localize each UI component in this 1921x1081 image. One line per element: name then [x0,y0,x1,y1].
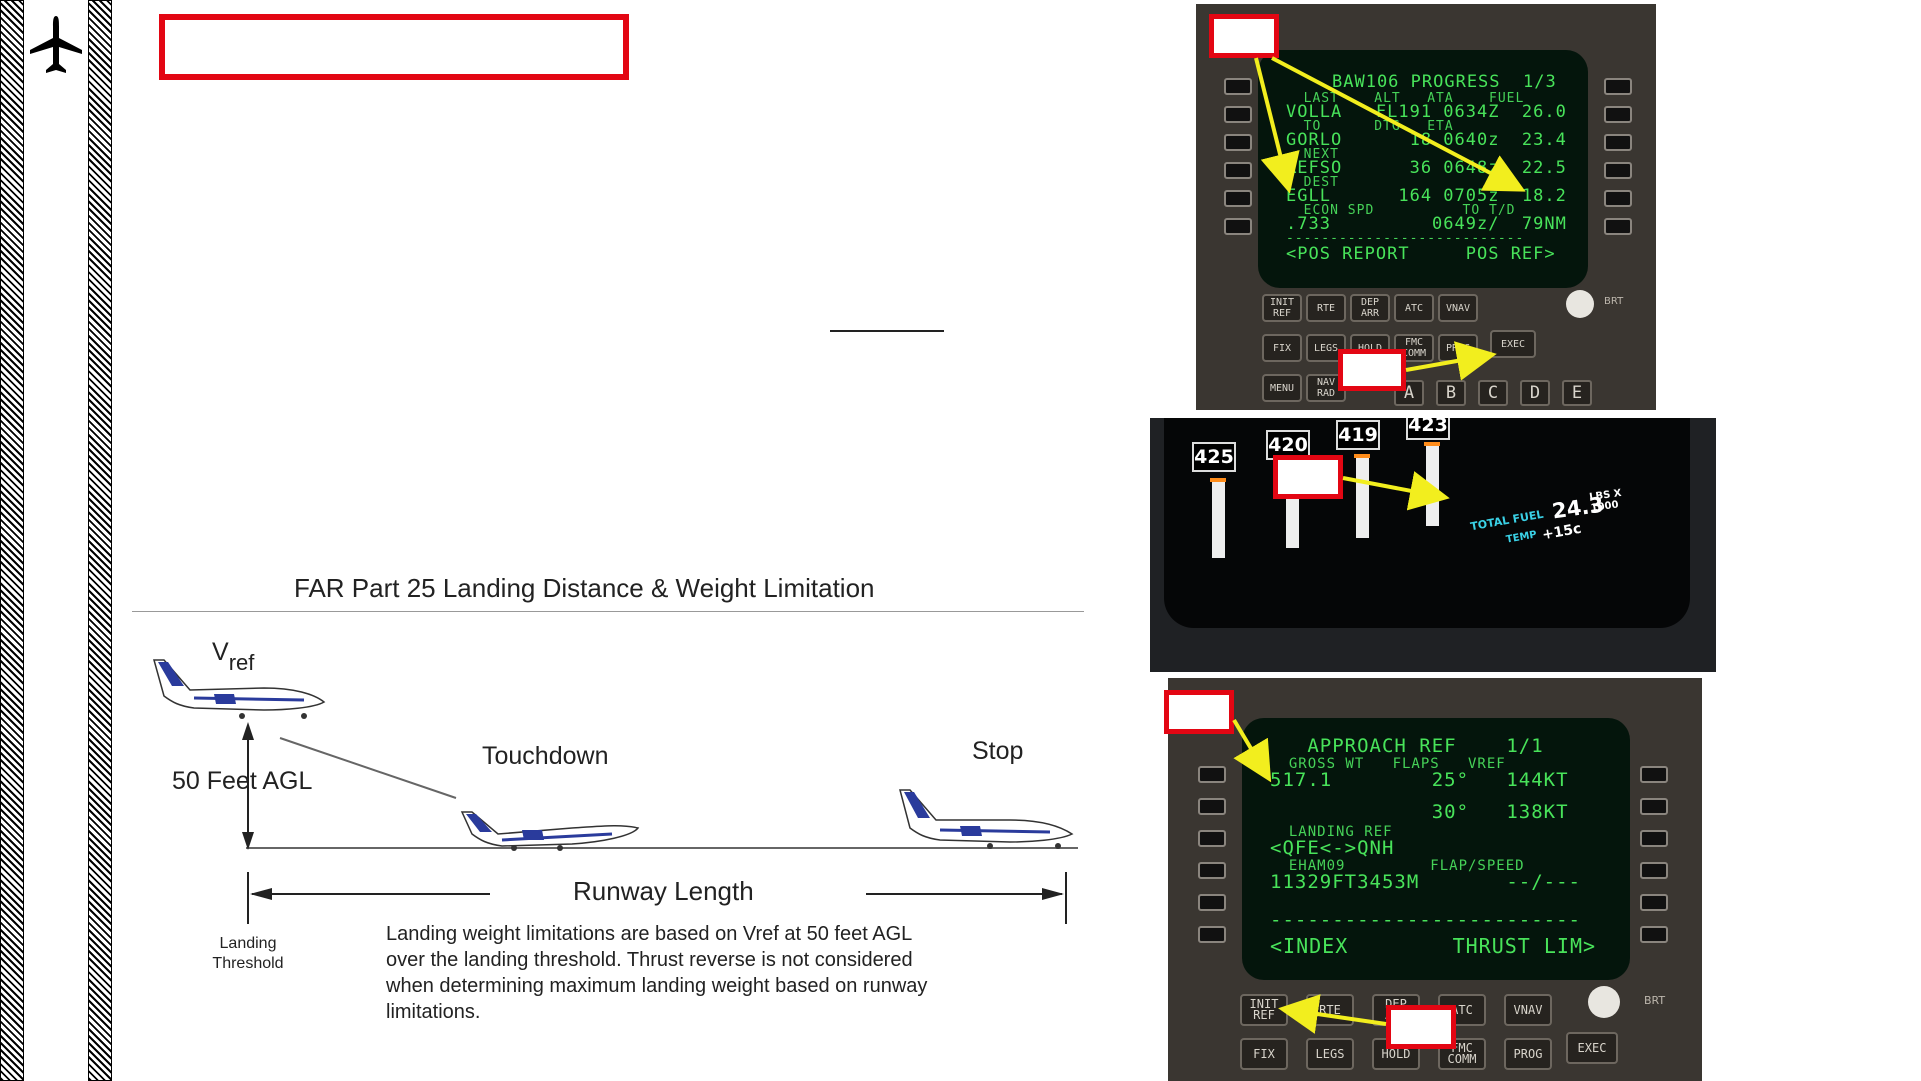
arrow [1271,56,1526,192]
callout-arrows [1232,56,1526,1034]
arrow [1405,341,1497,381]
arrow [1232,718,1272,783]
arrow [1254,57,1300,194]
arrow [1342,471,1450,511]
arrow [1278,994,1387,1034]
